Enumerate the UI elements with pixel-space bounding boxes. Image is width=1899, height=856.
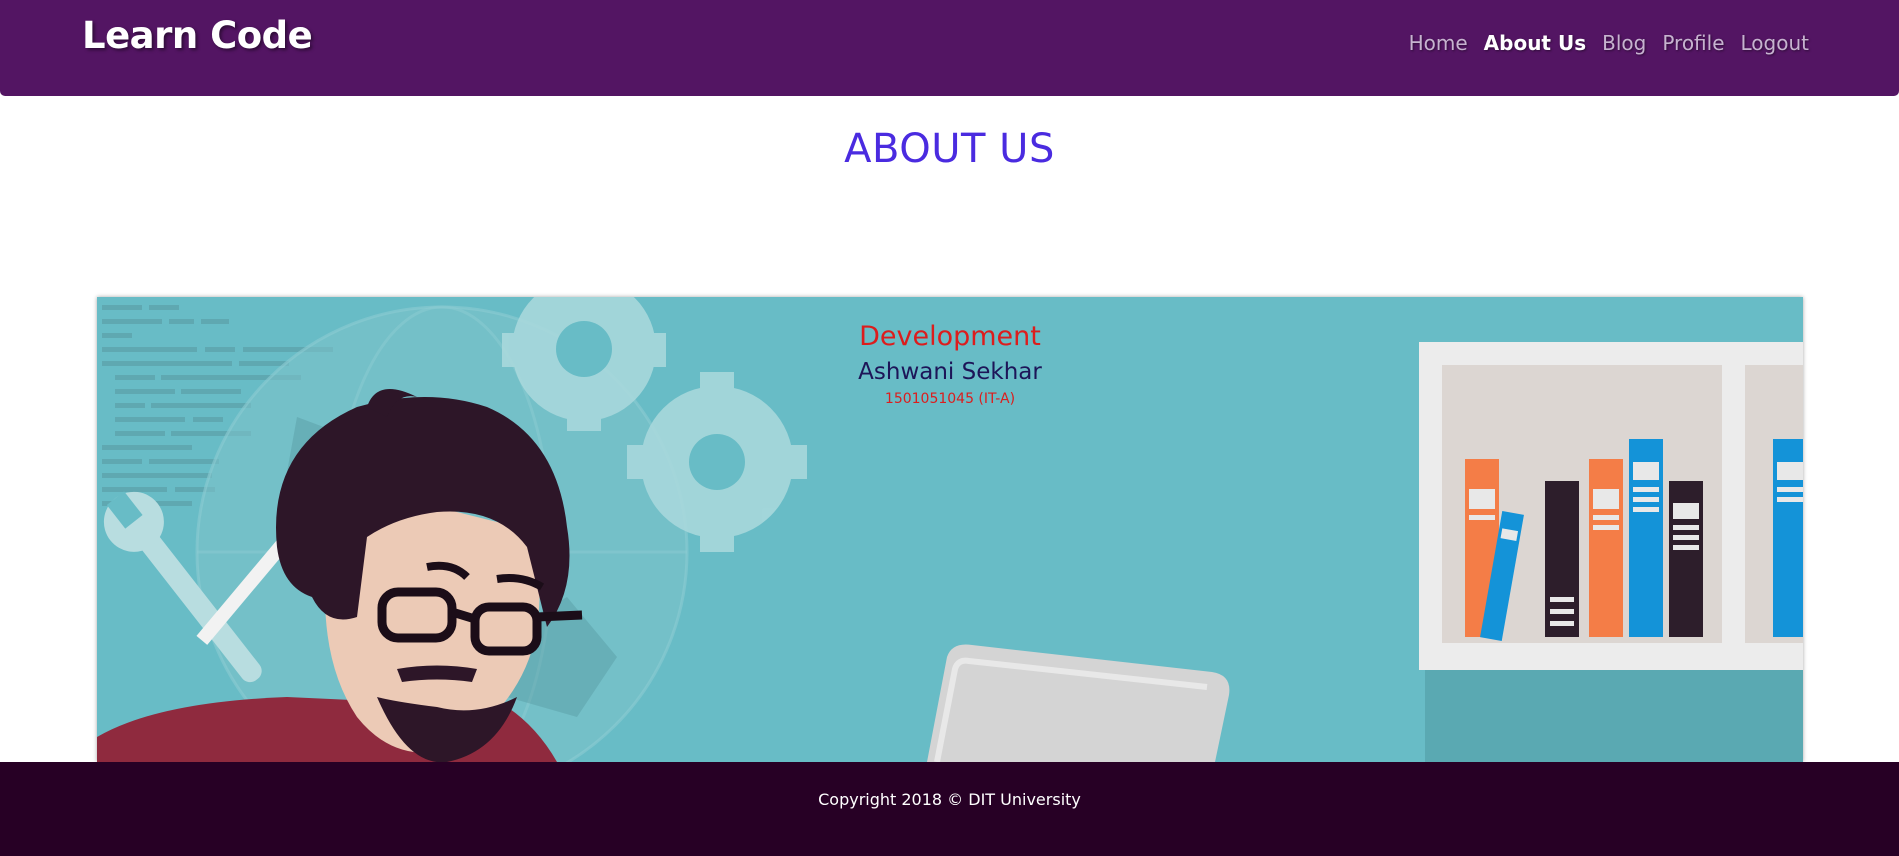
nav-profile-link[interactable]: Profile: [1662, 31, 1724, 55]
nav-about-us-link[interactable]: About Us: [1484, 31, 1586, 55]
navbar: Learn Code Home About Us Blog Profile Lo…: [0, 0, 1899, 96]
nav-links: Home About Us Blog Profile Logout: [1409, 31, 1809, 55]
member-name: Ashwani Sekhar: [858, 359, 1042, 385]
roll-number: 1501051045 (IT-A): [884, 391, 1016, 407]
team-member-info: Development Ashwani Sekhar 1501051045 (I…: [97, 319, 1803, 409]
footer: Copyright 2018 © DIT University: [0, 762, 1899, 856]
nav-blog-link[interactable]: Blog: [1602, 31, 1646, 55]
brand-logo[interactable]: Learn Code: [82, 14, 313, 57]
page-title: ABOUT US: [844, 126, 1055, 172]
department-name: Development: [859, 321, 1041, 352]
nav-logout-link[interactable]: Logout: [1741, 31, 1809, 55]
copyright-text: Copyright 2018 © DIT University: [818, 790, 1081, 809]
nav-home-link[interactable]: Home: [1409, 31, 1468, 55]
team-member-card: Development Ashwani Sekhar 1501051045 (I…: [97, 297, 1803, 762]
